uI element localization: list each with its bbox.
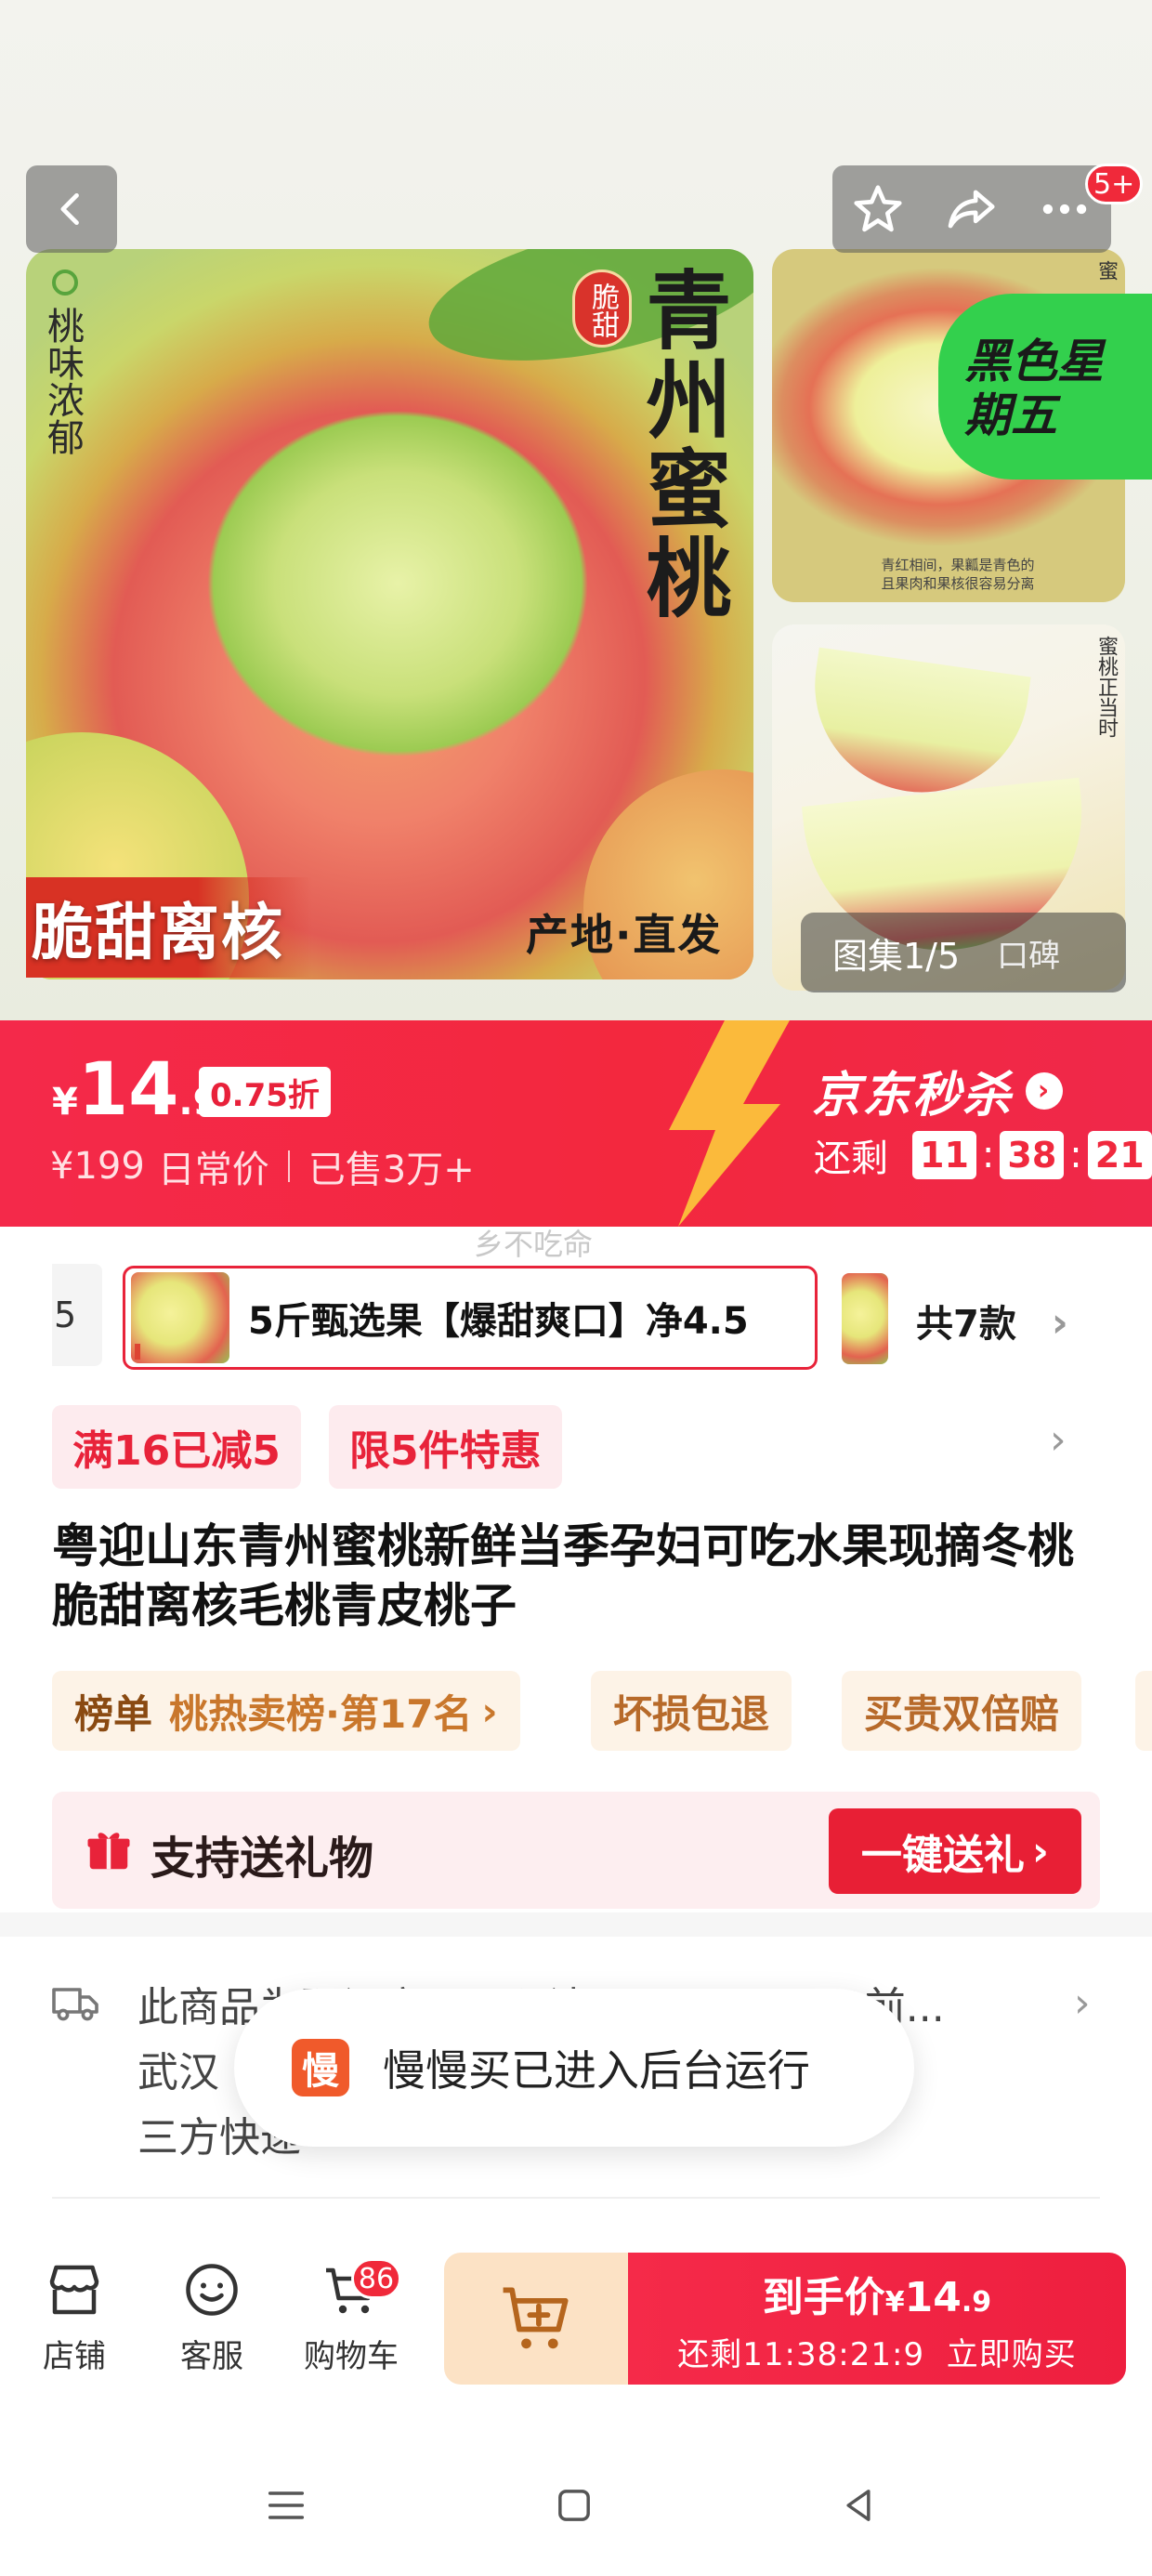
chevron-right-icon[interactable]: › (1050, 1416, 1067, 1464)
service-tag-overflow (1135, 1671, 1152, 1751)
app-icon: 慢 (292, 2039, 349, 2096)
cart-label: 购物车 (304, 2338, 399, 2375)
service-tag[interactable]: 买贵双倍赔 (842, 1671, 1082, 1751)
product-gallery[interactable]: 桃味浓郁 脆甜 青州蜜桃 脆甜离核 产地·直发 青红相间，果瓤是青色的 且果肉和… (0, 0, 1152, 1020)
add-to-cart-button[interactable] (444, 2253, 630, 2385)
top-actions (832, 165, 1111, 253)
countdown-label: 还剩 (814, 1137, 888, 1180)
customer-service-label: 客服 (180, 2338, 243, 2375)
buy-currency: ¥ (884, 2285, 905, 2319)
customer-service-button[interactable]: 客服 (156, 2256, 268, 2376)
flash-sale-label: 京东秒杀 (812, 1068, 1014, 1124)
promotion-tag[interactable]: 满16已减5 (52, 1405, 301, 1489)
promo-sticker-text: 黑色星期五 (964, 335, 1104, 442)
gift-section: 支持送礼物 一键送礼 › (52, 1792, 1100, 1909)
product-title: 粤迎山东青州蜜桃新鲜当季孕妇可吃水果现摘冬桃脆甜离核毛桃青皮桃子 (52, 1519, 1074, 1633)
service-tag[interactable]: 坏损包退 (591, 1671, 792, 1751)
ranking-tag[interactable]: 榜单 桃热卖榜·第17名 › (52, 1671, 520, 1751)
countdown-seconds: 21 (1087, 1131, 1152, 1179)
current-price: ¥ 14 .9 (52, 1054, 218, 1126)
promo-sticker[interactable]: 黑色星期五 (938, 294, 1152, 480)
image-bottom-right-text: 产地·直发 (526, 910, 723, 960)
menu-icon[interactable] (262, 2481, 310, 2530)
countdown-minutes: 38 (1000, 1131, 1065, 1179)
buy-price-decimal: .9 (961, 2285, 992, 2319)
chevron-right-icon[interactable]: › (1074, 1979, 1091, 2027)
lightning-icon (669, 1020, 790, 1227)
thumbnail-caption: 青红相间，果瓤是青色的 且果肉和果核很容易分离 (881, 557, 1035, 592)
cart-count-badge: 86 (351, 2258, 401, 2299)
divider (287, 1150, 290, 1182)
variant-count-label: 共7款 (916, 1303, 1016, 1346)
price-integer: 14 (77, 1048, 179, 1132)
image-badge: 脆甜 (572, 269, 632, 348)
gallery-counter-text: 图集1/5 (832, 935, 961, 977)
countdown-hours: 11 (912, 1131, 976, 1179)
divider (52, 2197, 1100, 2199)
store-icon (49, 2265, 99, 2315)
circle-icon (52, 269, 78, 296)
add-cart-icon (503, 2287, 569, 2349)
thumbnail-label: ​ (135, 1344, 140, 1360)
chevron-right-icon: › (1026, 1071, 1064, 1110)
gift-icon (87, 1833, 130, 1870)
store-button[interactable]: 店铺 (19, 2256, 130, 2376)
back-button[interactable] (26, 165, 117, 253)
buy-price-integer: 14 (904, 2273, 962, 2321)
variant-option-previous[interactable]: 5 (52, 1264, 102, 1366)
send-gift-label: 一键送礼 (860, 1832, 1025, 1879)
discount-badge: 0.75折 (199, 1067, 331, 1117)
variant-thumbnail[interactable] (842, 1273, 888, 1364)
thumbnail-vertical-text: 蜜桃正当时 (1094, 636, 1118, 738)
ranking-text: 桃热卖榜·第17名 (169, 1690, 473, 1737)
variant-label: 5斤甄选果【爆甜爽口】净4.5 (248, 1300, 749, 1343)
original-price: ¥199 (50, 1145, 145, 1188)
variant-count[interactable]: 共7款 › (916, 1294, 1068, 1347)
reviews-tab[interactable]: 口碑 (997, 930, 1060, 976)
buy-price: 到手价¥14.9 (763, 2264, 991, 2323)
star-icon[interactable] (849, 180, 907, 238)
section-divider (0, 1912, 1152, 1937)
chevron-right-icon: › (481, 1688, 498, 1734)
price-banner: ¥ 14 .9 0.75折 ¥199 日常价 已售3万+ 京东秒杀 › 还剩 1… (0, 1020, 1152, 1227)
countdown-timer: 还剩 11: 38: 21 (814, 1128, 1152, 1182)
home-icon[interactable] (550, 2481, 598, 2530)
gift-label: 支持送礼物 (151, 1833, 374, 1885)
image-title: 青州蜜桃 (632, 266, 732, 623)
watermark: 乡不吃命 (474, 1227, 594, 1262)
variant-option-selected[interactable]: ​ 5斤甄选果【爆甜爽口】净4.5 (123, 1266, 818, 1370)
store-label: 店铺 (43, 2338, 106, 2375)
image-side-text: 桃味浓郁 (41, 307, 84, 455)
peach-slice-graphic (801, 647, 1031, 807)
flash-sale-link[interactable]: 京东秒杀 › (812, 1056, 1064, 1125)
chevron-left-icon (60, 192, 79, 226)
share-icon[interactable] (941, 180, 1001, 238)
original-price-label: 日常价 (157, 1149, 269, 1191)
thumbnail-vertical-text: 蜜 (1094, 260, 1118, 281)
image-bottom-left-text: 脆甜离核 (26, 877, 312, 978)
chat-smile-icon (186, 2264, 238, 2316)
gallery-counter[interactable]: 图集1/5 口碑 (801, 913, 1126, 992)
currency-symbol: ¥ (52, 1081, 78, 1124)
send-gift-button[interactable]: 一键送礼 › (829, 1808, 1081, 1894)
variant-thumbnail: ​ (131, 1272, 229, 1363)
shipping-location: 武汉 (137, 2049, 219, 2096)
toast-notification: 慢 慢慢买已进入后台运行 (234, 1989, 914, 2147)
sold-count: 已售3万+ (308, 1149, 475, 1191)
chevron-right-icon: › (1031, 1827, 1050, 1875)
promotion-tag[interactable]: 限5件特惠 (329, 1405, 562, 1489)
notification-badge: 5+ (1085, 164, 1144, 204)
buy-now-button[interactable]: 到手价¥14.9 还剩11:38:21:9 立即购买 (628, 2253, 1126, 2385)
toast-message: 慢慢买已进入后台运行 (383, 2045, 810, 2096)
back-triangle-icon[interactable] (834, 2481, 883, 2530)
buy-countdown: 还剩11:38:21:9 立即购买 (677, 2335, 1077, 2373)
buy-price-label: 到手价 (762, 2273, 885, 2321)
ranking-label: 榜单 (74, 1690, 153, 1737)
price-sub-info: ¥199 日常价 已售3万+ (50, 1139, 475, 1193)
chevron-right-icon: › (1051, 1299, 1068, 1347)
delivery-truck-icon (52, 1988, 98, 2021)
